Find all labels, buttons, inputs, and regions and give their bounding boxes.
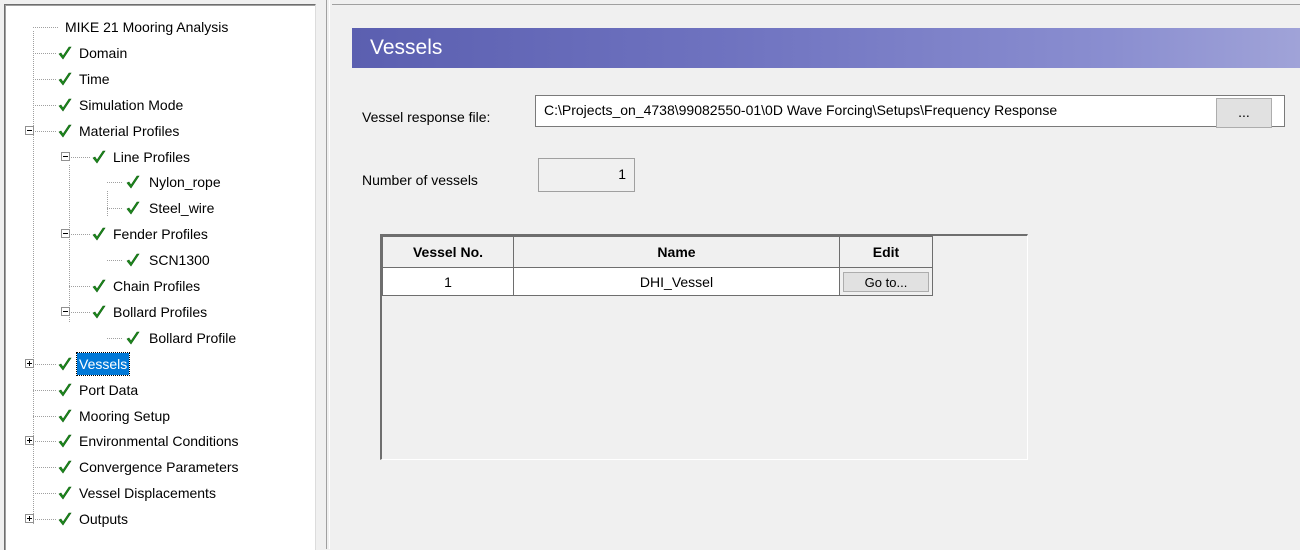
grid-header-row: Vessel No. Name Edit bbox=[382, 236, 933, 268]
section-header: Vessels bbox=[352, 28, 1300, 68]
collapse-icon[interactable] bbox=[61, 307, 70, 316]
checkmark-icon bbox=[58, 46, 72, 60]
checkmark-icon bbox=[58, 357, 72, 371]
tree-item[interactable]: Nylon_rope bbox=[5, 171, 315, 193]
tree-item-label: Chain Profiles bbox=[113, 278, 201, 294]
checkmark-icon bbox=[58, 409, 72, 423]
checkmark-icon bbox=[58, 72, 72, 86]
checkmark-icon bbox=[126, 201, 140, 215]
checkmark-icon bbox=[58, 512, 72, 526]
tree-item[interactable]: Time bbox=[5, 68, 315, 90]
cell-vessel-no[interactable]: 1 bbox=[382, 267, 514, 296]
checkmark-icon bbox=[58, 486, 72, 500]
checkmark-icon bbox=[58, 98, 72, 112]
tree-item-label: Fender Profiles bbox=[113, 226, 208, 242]
checkmark-icon bbox=[92, 227, 106, 241]
tree-item[interactable]: Simulation Mode bbox=[5, 94, 315, 116]
checkmark-icon bbox=[126, 253, 140, 267]
checkmark-icon bbox=[58, 434, 72, 448]
checkmark-icon bbox=[58, 460, 72, 474]
goto-button[interactable]: Go to... bbox=[843, 271, 929, 292]
panel-top-border bbox=[332, 4, 1300, 5]
tree-item-label: Steel_wire bbox=[149, 200, 215, 216]
checkmark-icon bbox=[58, 124, 72, 138]
checkmark-icon bbox=[58, 383, 72, 397]
checkmark-icon bbox=[92, 279, 106, 293]
collapse-icon[interactable] bbox=[25, 126, 34, 135]
tree-item[interactable]: Fender Profiles bbox=[5, 223, 315, 245]
browse-button[interactable]: ... bbox=[1216, 98, 1272, 128]
panel-splitter[interactable] bbox=[318, 0, 330, 549]
expand-icon[interactable] bbox=[25, 436, 34, 445]
tree-item-label: Mooring Setup bbox=[79, 408, 171, 424]
col-header-name[interactable]: Name bbox=[513, 236, 840, 268]
table-row: 1 DHI_Vessel Go to... bbox=[382, 267, 933, 296]
collapse-icon[interactable] bbox=[61, 229, 70, 238]
tree-item[interactable]: MIKE 21 Mooring Analysis bbox=[5, 16, 315, 38]
number-of-vessels-label: Number of vessels bbox=[362, 172, 478, 188]
checkmark-icon bbox=[126, 331, 140, 345]
col-header-edit[interactable]: Edit bbox=[839, 236, 933, 268]
cell-edit: Go to... bbox=[839, 267, 933, 296]
project-tree: MIKE 21 Mooring Analysis Domain Time Simula… bbox=[5, 5, 315, 550]
response-file-label: Vessel response file: bbox=[362, 109, 491, 125]
tree-item-label: Simulation Mode bbox=[79, 97, 184, 113]
splitter-edge bbox=[326, 0, 330, 549]
tree-item[interactable]: Line Profiles bbox=[5, 146, 315, 168]
cell-vessel-name[interactable]: DHI_Vessel bbox=[513, 267, 840, 296]
tree-item-label: Line Profiles bbox=[113, 149, 191, 165]
tree-item-label: Outputs bbox=[79, 511, 129, 527]
col-header-vessel-no[interactable]: Vessel No. bbox=[382, 236, 514, 268]
number-of-vessels-field: 1 bbox=[538, 158, 635, 192]
tree-item[interactable]: Vessel Displacements bbox=[5, 482, 315, 504]
tree-item-label: Bollard Profile bbox=[149, 330, 237, 346]
checkmark-icon bbox=[92, 305, 106, 319]
tree-item[interactable]: Material Profiles bbox=[5, 120, 315, 142]
collapse-icon[interactable] bbox=[61, 152, 70, 161]
expand-icon[interactable] bbox=[25, 359, 34, 368]
vessels-table: Vessel No. Name Edit 1 DHI_Vessel Go to.… bbox=[382, 236, 933, 296]
tree-item[interactable]: Convergence Parameters bbox=[5, 456, 315, 478]
tree-item-label: Vessels bbox=[75, 352, 131, 376]
vessels-panel: Vessels Vessel response file: C:\Project… bbox=[332, 0, 1300, 549]
tree-item-label: Domain bbox=[79, 45, 128, 61]
tree-item[interactable]: Environmental Conditions bbox=[5, 430, 315, 452]
checkmark-icon bbox=[126, 175, 140, 189]
tree-item[interactable]: Outputs bbox=[5, 508, 315, 530]
checkmark-icon bbox=[92, 150, 106, 164]
project-tree-panel: MIKE 21 Mooring Analysis Domain Time Simula… bbox=[4, 4, 316, 550]
response-file-input[interactable]: C:\Projects_on_4738\99082550-01\0D Wave … bbox=[535, 95, 1285, 127]
tree-item-label: SCN1300 bbox=[149, 252, 210, 268]
section-title: Vessels bbox=[370, 36, 443, 59]
tree-item-label: Bollard Profiles bbox=[113, 304, 208, 320]
tree-item[interactable]: Domain bbox=[5, 42, 315, 64]
tree-item-label: MIKE 21 Mooring Analysis bbox=[65, 19, 229, 35]
tree-item-label: Vessel Displacements bbox=[79, 485, 216, 501]
tree-item-label: Time bbox=[79, 71, 110, 87]
tree-item[interactable]: Steel_wire bbox=[5, 197, 315, 219]
tree-item[interactable]: Port Data bbox=[5, 379, 315, 401]
tree-item[interactable]: Bollard Profile bbox=[5, 327, 315, 349]
expand-icon[interactable] bbox=[25, 514, 34, 523]
tree-item-label: Environmental Conditions bbox=[79, 433, 239, 449]
tree-item[interactable]: Mooring Setup bbox=[5, 405, 315, 427]
tree-item-label: Nylon_rope bbox=[149, 174, 221, 190]
tree-item-label: Material Profiles bbox=[79, 123, 180, 139]
tree-item-label: Convergence Parameters bbox=[79, 459, 239, 475]
tree-item[interactable]: Vessels bbox=[5, 352, 315, 376]
tree-item[interactable]: SCN1300 bbox=[5, 249, 315, 271]
tree-item-label: Port Data bbox=[79, 382, 139, 398]
tree-item[interactable]: Bollard Profiles bbox=[5, 301, 315, 323]
tree-item[interactable]: Chain Profiles bbox=[5, 275, 315, 297]
vessels-grid: Vessel No. Name Edit 1 DHI_Vessel Go to.… bbox=[380, 234, 1028, 460]
